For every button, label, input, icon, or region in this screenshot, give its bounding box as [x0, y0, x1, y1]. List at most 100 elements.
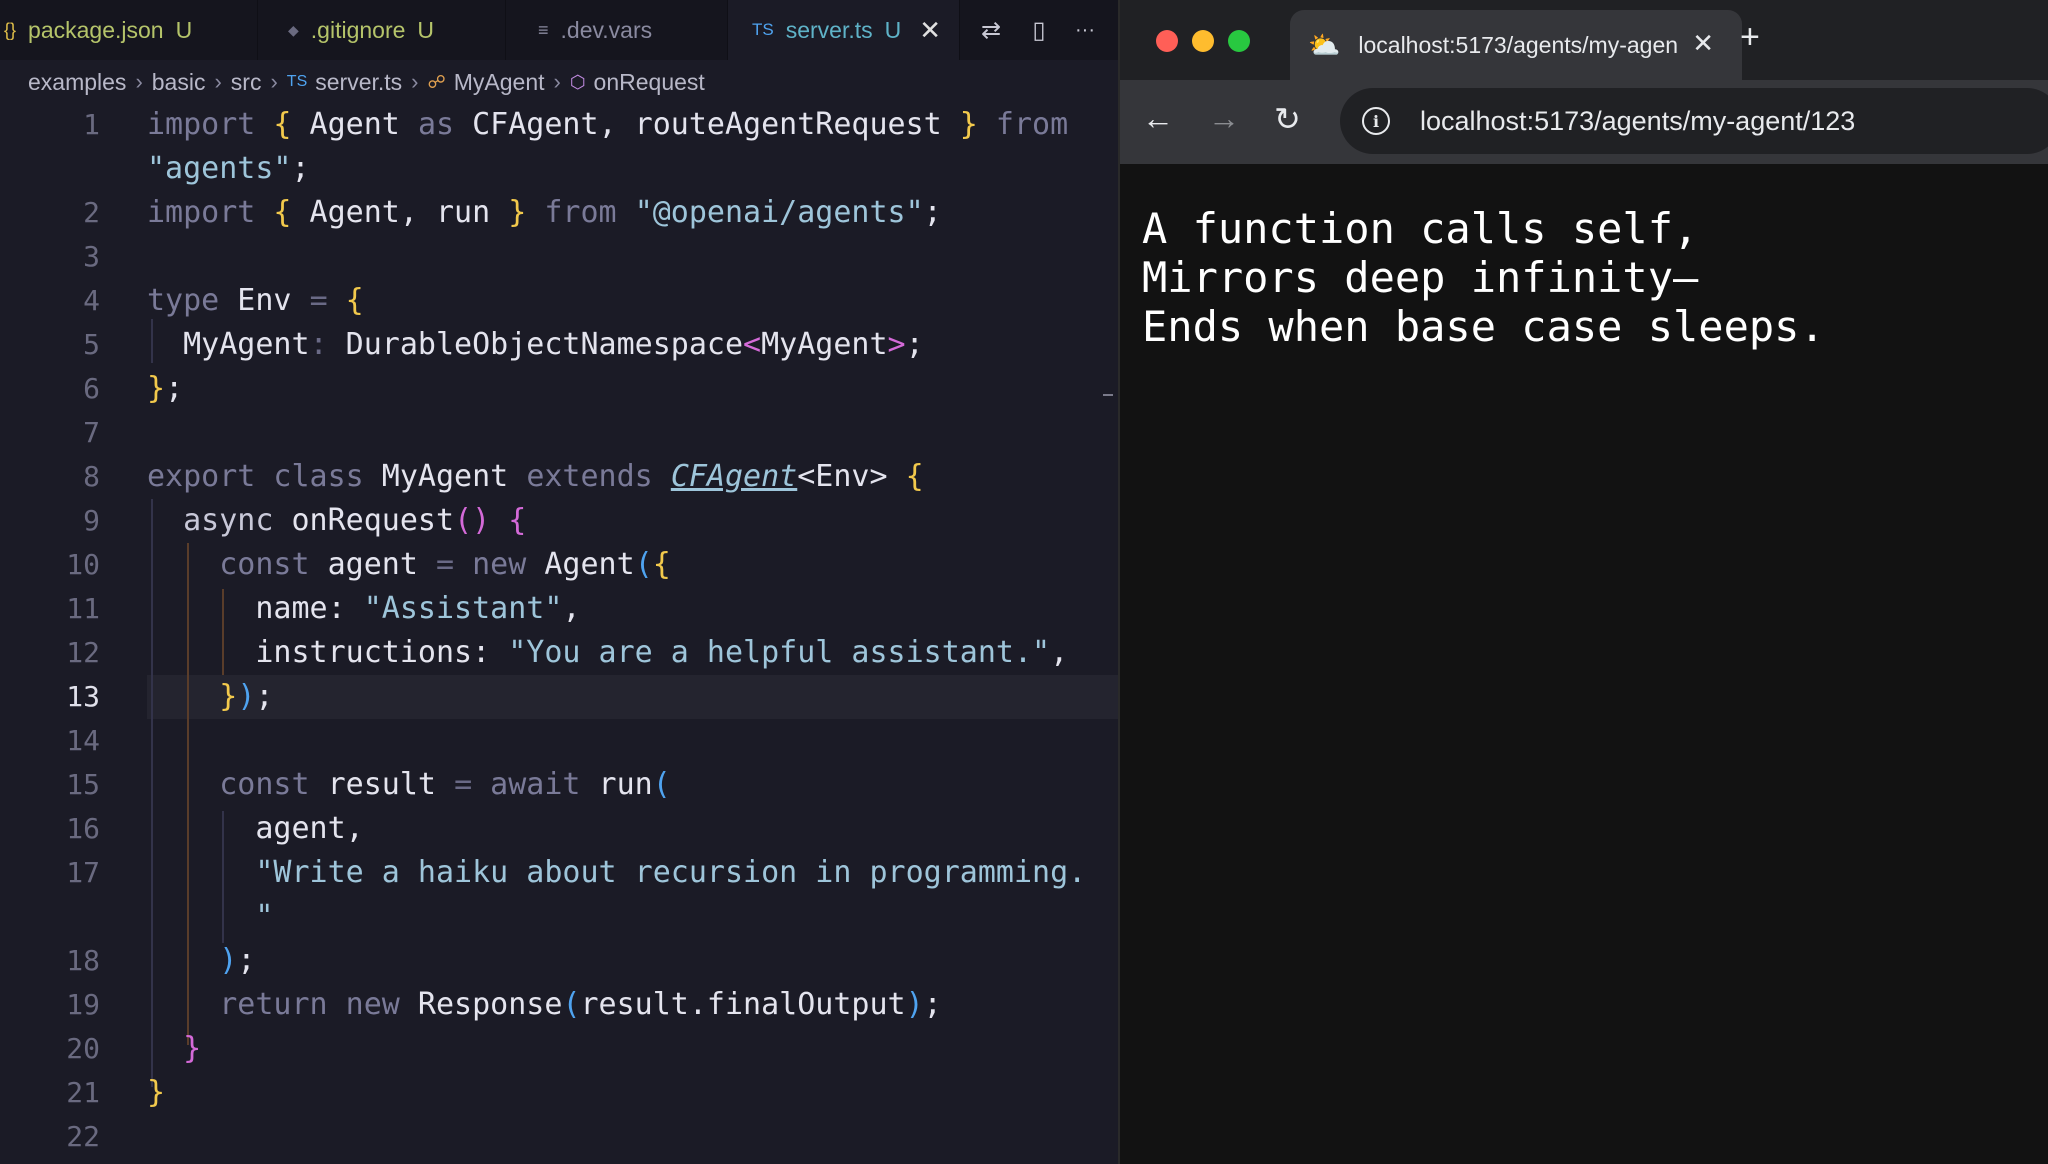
line-number: 17	[66, 856, 100, 889]
typescript-file-icon: TS	[286, 73, 308, 90]
code-line: agent,	[147, 811, 364, 846]
minimize-window-button[interactable]	[1192, 30, 1214, 52]
address-bar[interactable]: i localhost:5173/agents/my-agent/123	[1340, 88, 2048, 154]
chevron-right-icon: ›	[411, 69, 419, 94]
new-tab-button[interactable]: +	[1740, 18, 1760, 57]
close-tab-icon[interactable]: ✕	[1692, 28, 1714, 59]
line-number: 15	[66, 768, 100, 801]
scrollbar-marker	[1103, 394, 1113, 396]
tab-label: server.ts	[785, 16, 873, 43]
code-editor[interactable]: {} package.json U ◆ .gitignore U ≡ .dev.…	[0, 0, 1118, 1164]
code-line: );	[147, 943, 256, 978]
forward-arrow-icon[interactable]: →	[1208, 100, 1240, 137]
code-line-current: });	[147, 679, 274, 714]
code-line: }	[147, 1075, 166, 1110]
browser-window: ⛅ localhost:5173/agents/my-agent/123 ✕ +…	[1118, 0, 2048, 1164]
code-line: return new Response(result.finalOutput);	[147, 987, 942, 1022]
reload-icon[interactable]: ↻	[1274, 100, 1301, 138]
line-number: 10	[66, 548, 100, 581]
line-number-current: 13	[66, 680, 100, 713]
chevron-right-icon: ›	[270, 69, 278, 94]
code-line: MyAgent: DurableObjectNamespace<MyAgent>…	[147, 327, 924, 362]
tab-label: package.json	[28, 16, 164, 43]
untracked-badge: U	[417, 16, 435, 43]
line-number: 22	[66, 1120, 100, 1153]
more-actions-icon[interactable]: ···	[1064, 0, 1106, 60]
breadcrumb-item[interactable]: examples	[28, 69, 126, 96]
url-text[interactable]: localhost:5173/agents/my-agent/123	[1420, 106, 1855, 137]
git-file-icon: ◆	[288, 21, 299, 38]
text-file-icon: ≡	[538, 19, 549, 40]
line-number: 16	[66, 812, 100, 845]
line-number: 14	[66, 724, 100, 757]
code-line: instructions: "You are a helpful assista…	[147, 635, 1069, 670]
site-info-icon[interactable]: i	[1362, 107, 1390, 135]
line-number: 7	[83, 416, 100, 449]
tab-dev-vars[interactable]: ≡ .dev.vars	[506, 0, 728, 60]
code-line: name: "Assistant",	[147, 591, 581, 626]
json-file-icon: {}	[4, 19, 17, 40]
compare-changes-icon[interactable]: ⇄	[970, 0, 1012, 60]
back-arrow-icon[interactable]: ←	[1142, 100, 1174, 137]
code-line: async onRequest() {	[147, 503, 527, 538]
code-line: type Env = {	[147, 283, 364, 318]
line-number: 3	[83, 240, 100, 273]
split-editor-icon[interactable]: ▯	[1018, 0, 1060, 60]
page-text-line: A function calls self,	[1142, 204, 1699, 253]
editor-tab-bar: {} package.json U ◆ .gitignore U ≡ .dev.…	[0, 0, 1118, 60]
cloud-favicon-icon: ⛅	[1308, 29, 1341, 60]
browser-toolbar: ← → ↻ i localhost:5173/agents/my-agent/1…	[1120, 80, 2048, 164]
tab-server-ts[interactable]: TS server.ts U ✕	[728, 0, 960, 60]
code-line: "	[147, 899, 274, 934]
class-symbol-icon: ☍	[427, 71, 446, 92]
code-line: }	[147, 1031, 202, 1066]
page-viewport: A function calls self, Mirrors deep infi…	[1120, 164, 2048, 1164]
chevron-right-icon: ›	[214, 69, 222, 94]
code-line: };	[147, 371, 184, 406]
close-window-button[interactable]	[1156, 30, 1178, 52]
breadcrumb-item[interactable]: basic	[152, 69, 206, 96]
maximize-window-button[interactable]	[1228, 30, 1250, 52]
line-number: 18	[66, 944, 100, 977]
line-number: 20	[66, 1032, 100, 1065]
chevron-right-icon: ›	[135, 69, 143, 94]
breadcrumb-item[interactable]: src	[231, 69, 262, 96]
code-line: import { Agent as CFAgent, routeAgentReq…	[147, 107, 1069, 142]
breadcrumb: examples › basic › src › TS server.ts › …	[28, 60, 705, 104]
untracked-badge: U	[884, 16, 902, 43]
code-line: export class MyAgent extends CFAgent<Env…	[147, 459, 924, 494]
code-line: const result = await run(	[147, 767, 671, 802]
close-tab-icon[interactable]: ✕	[919, 15, 941, 46]
tab-label: .dev.vars	[560, 16, 653, 43]
line-number: 2	[83, 196, 100, 229]
page-text-line: Ends when base case sleeps.	[1142, 302, 1825, 351]
browser-tab-title: localhost:5173/agents/my-agent/123	[1358, 31, 1679, 58]
line-number: 12	[66, 636, 100, 669]
browser-titlebar: ⛅ localhost:5173/agents/my-agent/123 ✕ +	[1120, 0, 2048, 80]
code-line: "agents";	[147, 151, 310, 186]
typescript-file-icon: TS	[752, 20, 774, 39]
code-line: import { Agent, run } from "@openai/agen…	[147, 195, 942, 230]
tab-gitignore[interactable]: ◆ .gitignore U	[258, 0, 506, 60]
code-line: "Write a haiku about recursion in progra…	[147, 855, 1087, 890]
page-text-line: Mirrors deep infinity—	[1142, 253, 1699, 302]
line-number: 5	[83, 328, 100, 361]
tab-label: .gitignore	[310, 16, 406, 43]
breadcrumb-item[interactable]: onRequest	[594, 69, 705, 96]
tab-package-json[interactable]: {} package.json U	[0, 0, 258, 60]
chevron-right-icon: ›	[553, 69, 561, 94]
current-line-highlight	[147, 675, 1118, 719]
line-number: 19	[66, 988, 100, 1021]
line-number: 1	[83, 108, 100, 141]
line-number: 9	[83, 504, 100, 537]
line-number: 6	[83, 372, 100, 405]
browser-tab[interactable]: ⛅ localhost:5173/agents/my-agent/123 ✕	[1290, 10, 1742, 80]
method-symbol-icon: ⬡	[569, 71, 586, 92]
code-line: const agent = new Agent({	[147, 547, 671, 582]
line-number: 8	[83, 460, 100, 493]
line-number: 11	[66, 592, 100, 625]
breadcrumb-item[interactable]: server.ts	[315, 69, 402, 96]
breadcrumb-item[interactable]: MyAgent	[454, 69, 545, 96]
line-number: 21	[66, 1076, 100, 1109]
line-number: 4	[83, 284, 100, 317]
